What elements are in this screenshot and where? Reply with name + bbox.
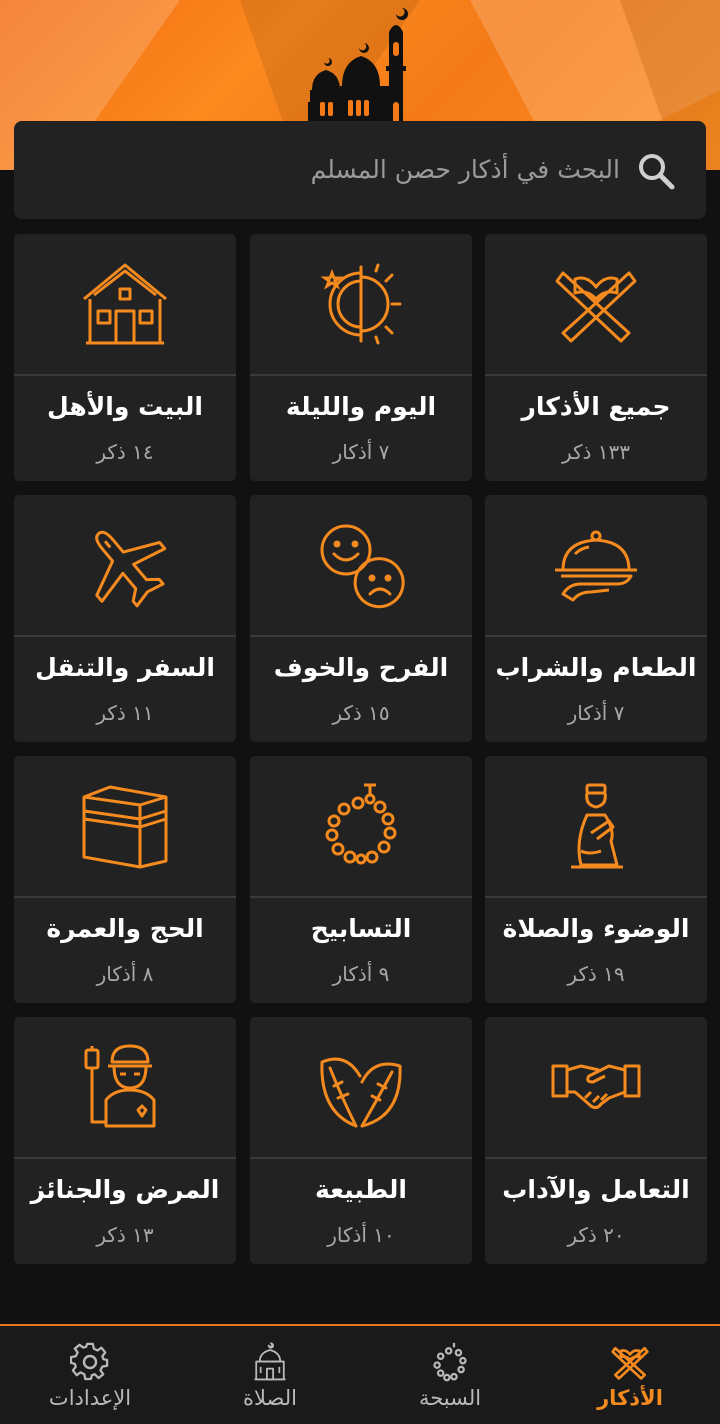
category-count: ٨ أذكار [96, 962, 154, 986]
nav-item-settings[interactable]: الإعدادات [0, 1326, 180, 1424]
day-night-icon [320, 263, 402, 345]
prayer-beads-icon [325, 783, 397, 865]
category-title: البيت والأهل [47, 392, 203, 421]
category-card[interactable]: اليوم والليلة ٧ أذكار [250, 234, 472, 481]
category-title: جميع الأذكار [521, 392, 671, 421]
category-card[interactable]: جميع الأذكار ١٣٣ ذكر [485, 234, 707, 481]
nav-item-tasbih[interactable]: السبحة [360, 1326, 540, 1424]
category-title: الطبيعة [315, 1175, 407, 1204]
house-icon [83, 263, 167, 345]
category-count: ١٤ ذكر [96, 440, 154, 464]
category-card[interactable]: الفرح والخوف ١٥ ذكر [250, 495, 472, 742]
nav-label: الإعدادات [48, 1386, 132, 1410]
search-bar[interactable]: البحث في أذكار حصن المسلم [14, 121, 706, 219]
category-count: ١٣٣ ذكر [561, 440, 631, 464]
category-card[interactable]: التعامل والآداب ٢٠ ذكر [485, 1017, 707, 1264]
category-title: الحج والعمرة [46, 914, 204, 943]
category-count: ١٩ ذكر [567, 962, 625, 986]
category-title: المرض والجنائز [30, 1175, 220, 1204]
nav-label: السبحة [418, 1386, 482, 1410]
category-count: ١١ ذكر [96, 701, 154, 725]
nav-item-prayer[interactable]: الصلاة [180, 1326, 360, 1424]
category-count: ٢٠ ذكر [567, 1223, 625, 1247]
airplane-icon [95, 530, 167, 608]
prayer-beads-icon [433, 1342, 467, 1382]
category-title: التعامل والآداب [502, 1175, 690, 1204]
sick-patient-icon [84, 1044, 156, 1128]
category-count: ١٥ ذكر [332, 701, 390, 725]
category-card[interactable]: الطبيعة ١٠ أذكار [250, 1017, 472, 1264]
category-card[interactable]: البيت والأهل ١٤ ذكر [14, 234, 236, 481]
gear-icon [70, 1342, 109, 1381]
category-title: الطعام والشراب [495, 653, 697, 682]
category-count: ٧ أذكار [332, 440, 390, 464]
category-title: التسابيح [310, 914, 412, 943]
search-icon[interactable] [636, 151, 676, 191]
category-count: ١٣ ذكر [96, 1223, 154, 1247]
category-card[interactable]: المرض والجنائز ١٣ ذكر [14, 1017, 236, 1264]
category-count: ٩ أذكار [332, 962, 390, 986]
mosque-logo-icon [308, 8, 408, 124]
category-card[interactable]: الحج والعمرة ٨ أذكار [14, 756, 236, 1003]
category-count: ٧ أذكار [567, 701, 625, 725]
praying-man-icon [571, 783, 623, 869]
search-placeholder: البحث في أذكار حصن المسلم [310, 155, 620, 184]
category-card[interactable]: السفر والتنقل ١١ ذكر [14, 495, 236, 742]
nav-label: الأذكار [597, 1386, 663, 1410]
nav-label: الصلاة [243, 1386, 297, 1410]
category-card[interactable]: التسابيح ٩ أذكار [250, 756, 472, 1003]
leaves-icon [320, 1057, 402, 1128]
bottom-nav: الأذكار السبحة الصلاة الإعدادات [0, 1324, 720, 1424]
quran-stand-icon [555, 271, 637, 343]
category-card[interactable]: الطعام والشراب ٧ أذكار [485, 495, 707, 742]
category-title: الفرح والخوف [273, 653, 449, 682]
kaaba-icon [82, 785, 168, 869]
category-count: ١٠ أذكار [327, 1223, 395, 1247]
food-platter-icon [555, 530, 637, 602]
category-title: الوضوء والصلاة [502, 914, 690, 943]
category-title: السفر والتنقل [35, 653, 215, 682]
nav-item-adhkar[interactable]: الأذكار [540, 1326, 720, 1424]
handshake-icon [551, 1064, 641, 1110]
category-title: اليوم والليلة [285, 392, 437, 421]
quran-stand-icon [611, 1346, 649, 1380]
category-card[interactable]: الوضوء والصلاة ١٩ ذكر [485, 756, 707, 1003]
mosque-icon [254, 1342, 286, 1381]
happy-sad-faces-icon [320, 524, 405, 609]
